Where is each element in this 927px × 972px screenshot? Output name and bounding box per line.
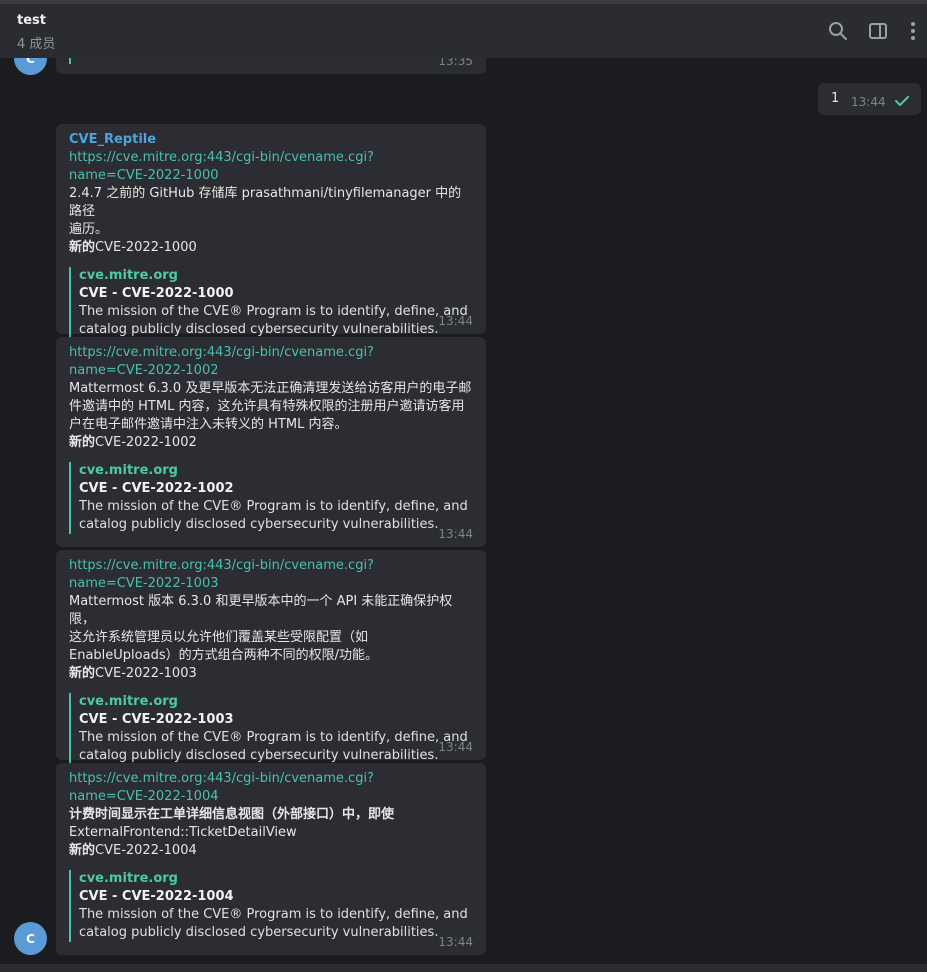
link-line: https://cve.mitre.org:443/cgi-bin/cvenam… — [69, 771, 374, 786]
outgoing-message-text: 1 — [831, 91, 840, 106]
new-cve-id: CVE-2022-1000 — [95, 240, 197, 255]
link-line: name=CVE-2022-1003 — [69, 576, 219, 591]
message-link[interactable]: https://cve.mitre.org:443/cgi-bin/cvenam… — [69, 149, 473, 185]
member-count: 4 成员 — [17, 37, 56, 52]
preview-description-line: The mission of the CVE® Program is to id… — [79, 730, 468, 745]
message-bubble[interactable]: https://cve.mitre.org:443/cgi-bin/cvenam… — [56, 550, 486, 765]
preview-site: cve.mitre.org — [79, 694, 178, 709]
description-line: Mattermost 6.3.0 及更早版本无法正确清理发送给访客用户的电子邮 — [69, 381, 472, 396]
new-cve-id: CVE-2022-1004 — [95, 843, 197, 858]
new-cve-id: CVE-2022-1003 — [95, 666, 197, 681]
preview-description: The mission of the CVE® Program is to id… — [79, 303, 473, 339]
description-line: 这允许系统管理员以允许他们覆盖某些受限配置（如 — [69, 630, 369, 645]
sender-name[interactable]: CVE_Reptile — [69, 131, 473, 149]
description-line: 计费时间显示在工单详细信息视图（外部接口）中，即使 — [69, 807, 395, 822]
chat-header[interactable]: test 4 成员 — [0, 4, 927, 58]
preview-title: CVE - CVE-2022-1004 — [79, 889, 234, 904]
link-line: https://cve.mitre.org:443/cgi-bin/cvenam… — [69, 150, 374, 165]
link-line: name=CVE-2022-1000 — [69, 168, 219, 183]
preview-description-line: The mission of the CVE® Program is to id… — [79, 499, 468, 514]
message-description: 2.4.7 之前的 GitHub 存储库 prasathmani/tinyfil… — [69, 185, 473, 239]
description-line: EnableUploads）的方式组合两种不同的权限/功能。 — [69, 648, 378, 663]
preview-description-line: catalog publicly disclosed cybersecurity… — [79, 517, 439, 532]
composer-edge — [0, 964, 927, 972]
message-description: Mattermost 6.3.0 及更早版本无法正确清理发送给访客用户的电子邮 … — [69, 380, 473, 434]
new-line: 新的CVE-2022-1000 — [69, 239, 473, 257]
chat-title[interactable]: test — [17, 13, 46, 28]
link-preview[interactable]: cve.mitre.org CVE - CVE-2022-1000 The mi… — [69, 267, 473, 339]
new-cve-id: CVE-2022-1002 — [95, 435, 197, 450]
more-vertical-icon[interactable] — [902, 20, 924, 42]
preview-site: cve.mitre.org — [79, 463, 178, 478]
message-time: 13:44 — [438, 527, 473, 541]
message-link[interactable]: https://cve.mitre.org:443/cgi-bin/cvenam… — [69, 770, 473, 806]
link-line: https://cve.mitre.org:443/cgi-bin/cvenam… — [69, 345, 374, 360]
preview-title: CVE - CVE-2022-1000 — [79, 286, 234, 301]
sidebar-toggle-icon[interactable] — [867, 20, 889, 42]
description-line: ExternalFrontend::TicketDetailView — [69, 825, 297, 840]
outgoing-message-time: 13:44 — [851, 95, 886, 109]
message-link[interactable]: https://cve.mitre.org:443/cgi-bin/cvenam… — [69, 344, 473, 380]
preview-description-line: catalog publicly disclosed cybersecurity… — [79, 925, 439, 940]
message-bubble[interactable]: https://cve.mitre.org:443/cgi-bin/cvenam… — [56, 337, 486, 547]
new-label: 新的 — [69, 240, 96, 255]
avatar[interactable]: C — [14, 922, 47, 955]
preview-description: The mission of the CVE® Program is to id… — [79, 498, 473, 534]
link-line: name=CVE-2022-1004 — [69, 789, 219, 804]
new-label: 新的 — [69, 435, 96, 450]
message-time: 13:44 — [438, 935, 473, 949]
message-time: 13:44 — [438, 314, 473, 328]
message-link[interactable]: https://cve.mitre.org:443/cgi-bin/cvenam… — [69, 557, 473, 593]
check-icon — [894, 93, 910, 107]
description-line: 遍历。 — [69, 222, 109, 237]
preview-title: CVE - CVE-2022-1003 — [79, 712, 234, 727]
preview-site: cve.mitre.org — [79, 871, 178, 886]
preview-description: The mission of the CVE® Program is to id… — [79, 906, 473, 942]
preview-description-line: The mission of the CVE® Program is to id… — [79, 304, 468, 319]
new-label: 新的 — [69, 843, 96, 858]
link-line: https://cve.mitre.org:443/cgi-bin/cvenam… — [69, 558, 374, 573]
message-time: 13:44 — [438, 740, 473, 754]
description-line: 件邀请中的 HTML 内容，这允许具有特殊权限的注册用户邀请访客用 — [69, 399, 465, 414]
link-preview[interactable]: cve.mitre.org CVE - CVE-2022-1003 The mi… — [69, 693, 473, 765]
outgoing-message-bubble[interactable]: 1 13:44 — [818, 83, 921, 115]
search-icon[interactable] — [827, 20, 849, 42]
description-line: 2.4.7 之前的 GitHub 存储库 prasathmani/tinyfil… — [69, 186, 462, 219]
description-line: Mattermost 版本 6.3.0 和更早版本中的一个 API 未能正确保护… — [69, 594, 453, 627]
new-line: 新的CVE-2022-1002 — [69, 434, 473, 452]
link-preview[interactable]: cve.mitre.org CVE - CVE-2022-1004 The mi… — [69, 870, 473, 942]
description-line: 户在电子邮件邀请中注入未转义的 HTML 内容。 — [69, 417, 348, 432]
preview-title: CVE - CVE-2022-1002 — [79, 481, 234, 496]
message-description: Mattermost 版本 6.3.0 和更早版本中的一个 API 未能正确保护… — [69, 593, 473, 665]
new-label: 新的 — [69, 666, 96, 681]
link-preview[interactable]: cve.mitre.org CVE - CVE-2022-1002 The mi… — [69, 462, 473, 534]
message-description: 计费时间显示在工单详细信息视图（外部接口）中，即使 ExternalFronte… — [69, 806, 473, 842]
avatar-letter: C — [26, 931, 35, 946]
message-bubble[interactable]: CVE_Reptile https://cve.mitre.org:443/cg… — [56, 124, 486, 339]
message-bubble[interactable]: https://cve.mitre.org:443/cgi-bin/cvenam… — [56, 763, 486, 955]
preview-site: cve.mitre.org — [79, 268, 178, 283]
chat-window: 13:35 C 1 13:44 CVE_Reptile https://cve.… — [0, 0, 927, 972]
link-line: name=CVE-2022-1002 — [69, 363, 219, 378]
message-list[interactable]: 13:35 C 1 13:44 CVE_Reptile https://cve.… — [0, 0, 927, 964]
preview-description: The mission of the CVE® Program is to id… — [79, 729, 473, 765]
new-line: 新的CVE-2022-1004 — [69, 842, 473, 860]
new-line: 新的CVE-2022-1003 — [69, 665, 473, 683]
preview-description-line: The mission of the CVE® Program is to id… — [79, 907, 468, 922]
